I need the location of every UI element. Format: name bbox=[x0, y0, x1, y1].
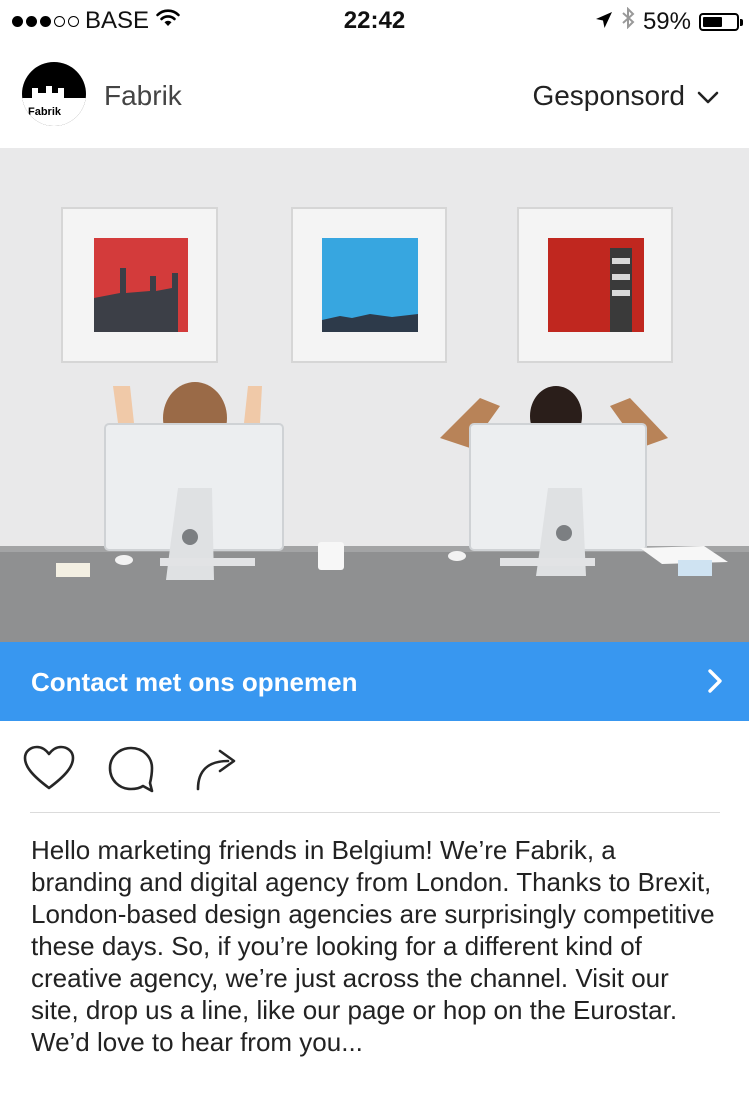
chevron-right-icon bbox=[707, 668, 723, 699]
framed-print-right bbox=[517, 207, 673, 363]
heart-icon[interactable] bbox=[23, 745, 75, 796]
bluetooth-icon bbox=[621, 6, 635, 36]
contact-cta-button[interactable]: Contact met ons opnemen bbox=[0, 642, 749, 721]
battery-percent: 59% bbox=[642, 7, 691, 35]
avatar[interactable]: Fabrik bbox=[22, 62, 86, 126]
framed-print-left bbox=[61, 207, 218, 363]
actions-divider bbox=[30, 812, 720, 813]
post-photo[interactable] bbox=[0, 148, 749, 642]
avatar-logo-text: Fabrik bbox=[28, 106, 62, 118]
share-icon[interactable] bbox=[194, 745, 240, 796]
sponsored-menu[interactable]: Gesponsord bbox=[532, 80, 719, 112]
account-name[interactable]: Fabrik bbox=[104, 80, 182, 112]
framed-print-center bbox=[291, 207, 447, 363]
status-bar: BASE 22:42 59% bbox=[0, 0, 749, 42]
battery-icon bbox=[699, 12, 743, 31]
post-actions bbox=[0, 721, 749, 813]
post-caption: Hello marketing friends in Belgium! We’r… bbox=[31, 835, 715, 1057]
post-header: Fabrik Fabrik Gesponsord bbox=[0, 42, 749, 148]
location-arrow-icon bbox=[595, 8, 613, 36]
chevron-down-icon bbox=[697, 80, 719, 112]
status-right: 59% bbox=[595, 6, 743, 36]
sponsored-label: Gesponsord bbox=[532, 80, 685, 111]
comment-icon[interactable] bbox=[106, 745, 156, 798]
cta-label: Contact met ons opnemen bbox=[31, 667, 358, 697]
